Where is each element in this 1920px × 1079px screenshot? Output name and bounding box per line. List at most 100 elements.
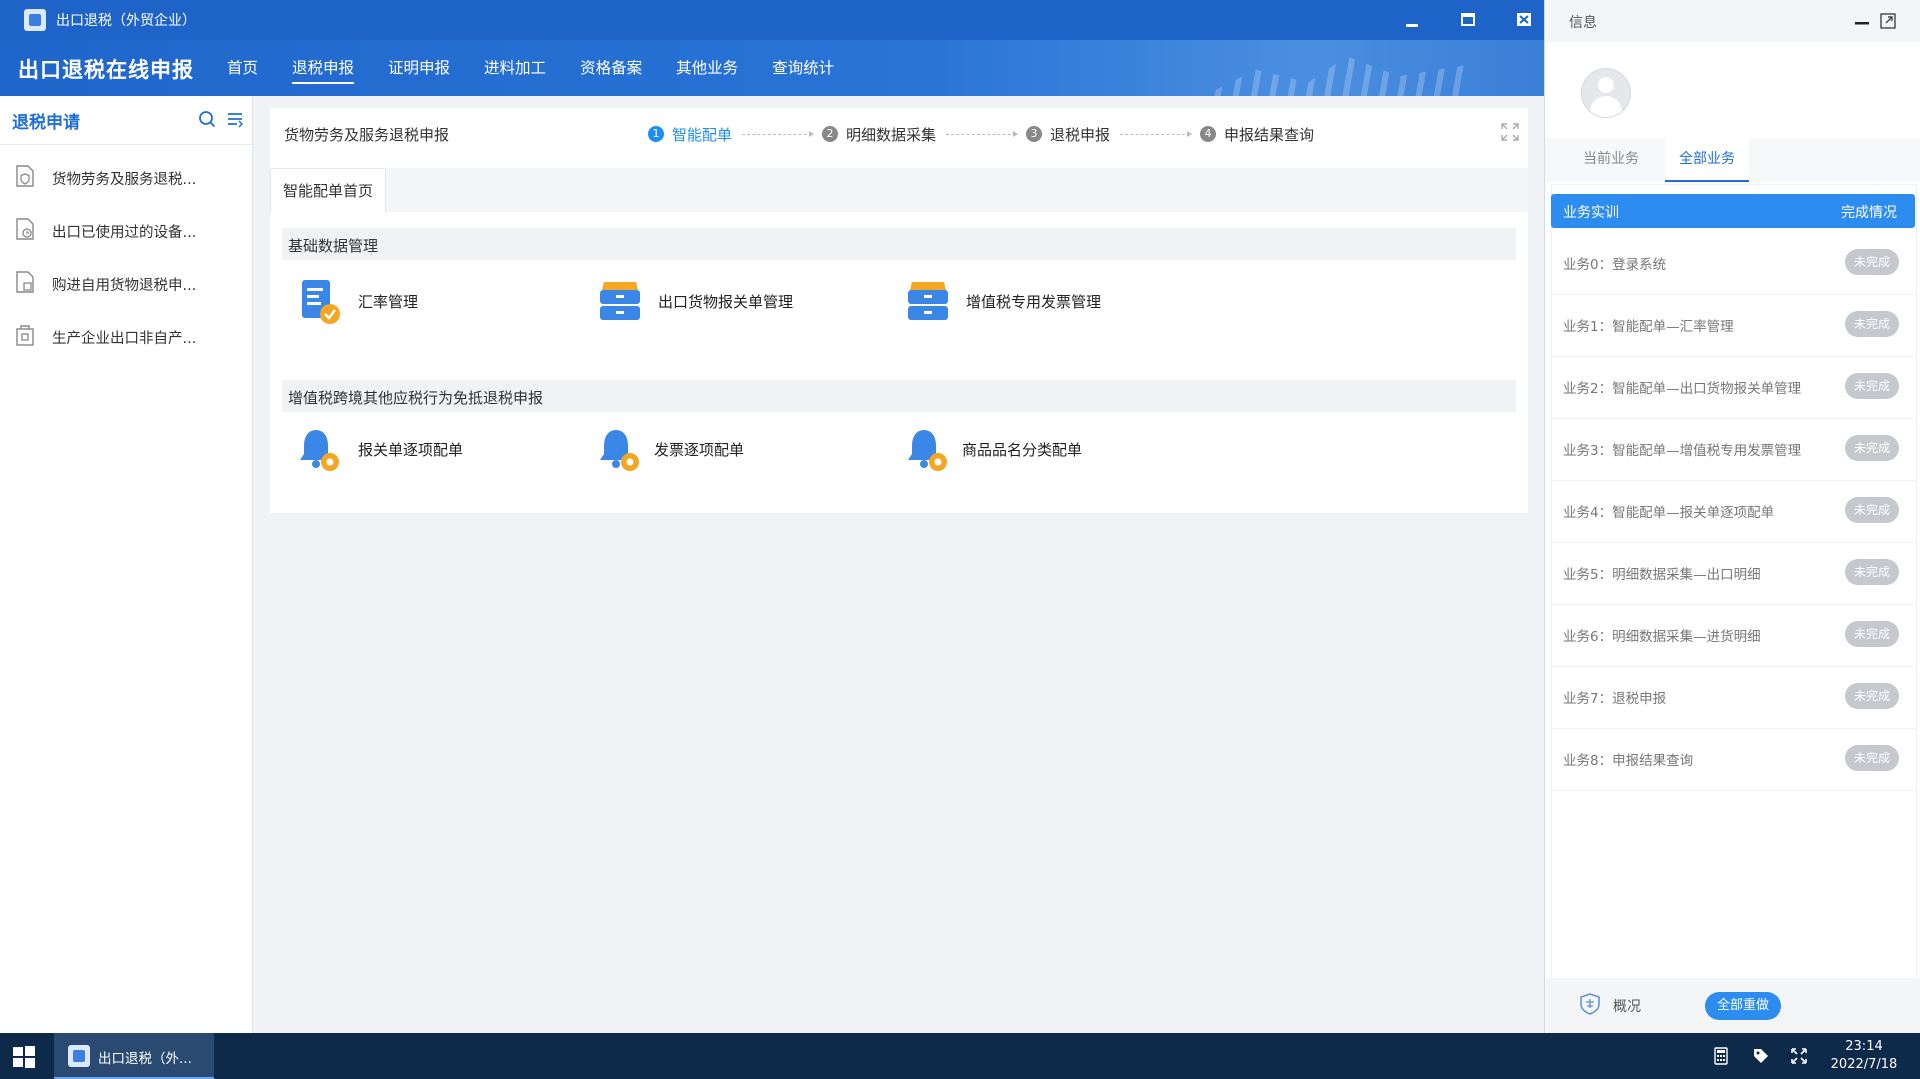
step-smart-matching[interactable]: 1 智能配单 [648,124,732,145]
app-brand: 出口退税在线申报 [18,58,194,82]
system-clock: 23:14 2022/7/18 [1816,1038,1912,1074]
task-row[interactable]: 业务4：智能配单—报关单逐项配单 未完成 [1551,480,1915,543]
overview-link[interactable]: 概况 [1613,996,1641,1016]
step-refund-declaration[interactable]: 3 退税申报 [1026,124,1110,145]
status-badge: 未完成 [1845,497,1899,523]
minimize-icon [1406,24,1418,27]
section-title: 增值税跨境其他应税行为免抵退税申报 [288,389,544,407]
bell-gear-icon [300,430,339,471]
shield-doc-icon [16,165,34,187]
task-row[interactable]: 业务8：申报结果查询 未完成 [1551,728,1915,791]
main-window: 出口退税（外贸企业） 出口退税在线申报 首页 退税申报 证明申报 进料加工 资格… [0,0,1545,1033]
step-connector [1120,130,1193,137]
menu-other-business[interactable]: 其他业务 [659,40,755,96]
menu-qualification-filing[interactable]: 资格备案 [563,40,659,96]
maximize-button[interactable] [1456,8,1480,32]
menu-home[interactable]: 首页 [210,40,275,96]
step-result-query[interactable]: 4 申报结果查询 [1200,124,1314,145]
info-title: 信息 [1569,15,1597,31]
windows-start-icon[interactable] [12,1045,36,1069]
sidebar-item-label: 货物劳务及服务退税... [52,172,197,188]
avatar [1581,68,1631,118]
step-connector [742,130,815,137]
menu-inward-processing[interactable]: 进料加工 [467,40,563,96]
step-connector [946,130,1019,137]
column-business-training: 业务实训 [1563,205,1619,221]
task-row[interactable]: 业务1：智能配单—汇率管理 未完成 [1551,294,1915,357]
list-menu-icon[interactable] [226,110,244,128]
sidebar-item-non-self-produced[interactable]: 生产企业出口非自产... [0,311,252,363]
fullscreen-toggle-icon[interactable] [1790,1047,1808,1065]
tile-product-category-matching[interactable]: 商品品名分类配单 [902,420,1142,480]
task-name: 业务2：智能配单—出口货物报关单管理 [1563,381,1802,397]
shield-icon [1580,993,1600,1015]
tab-strip: 智能配单首页 [270,168,1528,213]
main-menu: 首页 退税申报 证明申报 进料加工 资格备案 其他业务 查询统计 [210,40,851,96]
task-name: 业务7：退税申报 [1563,691,1667,707]
sidebar-item-self-use-goods[interactable]: 购进自用货物退税申... [0,258,252,310]
close-button[interactable] [1512,8,1536,32]
clock-date: 2022/7/18 [1830,1057,1898,1072]
task-name: 业务0：登录系统 [1563,257,1667,273]
redo-all-button[interactable]: 全部重做 [1705,992,1781,1020]
task-row[interactable]: 业务0：登录系统 未完成 [1551,232,1915,295]
tile-invoice-item-matching[interactable]: 发票逐项配单 [594,420,814,480]
status-badge: 未完成 [1845,249,1899,275]
info-tabs: 当前业务 全部业务 [1545,138,1920,182]
panel-expand-icon[interactable] [1879,12,1897,30]
info-footer: 概况 全部重做 [1545,978,1920,1033]
sidebar-item-goods-services-refund[interactable]: 货物劳务及服务退税... [0,152,252,204]
tag-icon[interactable] [1752,1047,1770,1065]
tile-vat-invoice[interactable]: 增值税专用发票管理 [902,272,1152,332]
calculator-icon[interactable] [1712,1047,1730,1065]
status-badge: 未完成 [1845,559,1899,585]
task-row[interactable]: 业务6：明细数据采集—进货明细 未完成 [1551,604,1915,667]
tile-label: 出口货物报关单管理 [658,293,794,311]
tile-label: 报关单逐项配单 [358,441,464,459]
tile-export-customs-declaration[interactable]: 出口货物报关单管理 [594,272,844,332]
menu-refund-declaration[interactable]: 退税申报 [275,40,371,96]
tab-smart-matching-home[interactable]: 智能配单首页 [270,168,387,213]
task-row[interactable]: 业务7：退税申报 未完成 [1551,666,1915,729]
sidebar-item-used-equipment[interactable]: 出口已使用过的设备... [0,205,252,257]
task-row[interactable]: 业务3：智能配单—增值税专用发票管理 未完成 [1551,418,1915,481]
great-wall-decoration [1204,56,1464,96]
tab-all-business[interactable]: 全部业务 [1665,138,1749,182]
step-progress: 1 智能配单 2 明细数据采集 3 退税申报 4 申报结果查询 [648,122,1314,146]
sidebar-item-label: 购进自用货物退税申... [52,278,197,294]
clock-time: 23:14 [1845,1039,1883,1054]
search-icon[interactable] [198,110,216,128]
task-name: 业务8：申报结果查询 [1563,753,1694,769]
info-panel: 信息 当前业务 全部业务 业务实训 完成情况 业务0：登录系统 未完成 业务1：… [1544,0,1920,1033]
status-badge: 未完成 [1845,373,1899,399]
tile-label: 增值税专用发票管理 [966,293,1102,311]
task-name: 业务4：智能配单—报关单逐项配单 [1563,505,1775,521]
fullscreen-icon[interactable] [1500,122,1520,142]
task-name: 业务6：明细数据采集—进货明细 [1563,629,1761,645]
minimize-button[interactable] [1400,8,1424,32]
doc-check-icon [302,280,340,324]
tile-label: 汇率管理 [358,293,419,311]
taskbar-app-export-refund[interactable]: 出口退税（外... [54,1033,214,1079]
info-header: 信息 [1545,0,1920,42]
status-badge: 未完成 [1845,745,1899,771]
database-icon [908,282,948,320]
menu-certificate-declaration[interactable]: 证明申报 [371,40,467,96]
tile-exchange-rate[interactable]: 汇率管理 [294,272,494,332]
doc-gear-icon [16,271,34,293]
status-badge: 未完成 [1845,435,1899,461]
clock-doc-icon [16,218,34,240]
tile-customs-item-matching[interactable]: 报关单逐项配单 [294,420,514,480]
menu-query-statistics[interactable]: 查询统计 [755,40,851,96]
tab-current-business[interactable]: 当前业务 [1569,138,1653,180]
sidebar-header: 退税申请 [0,96,252,145]
status-badge: 未完成 [1845,311,1899,337]
section-cross-border-vat: 增值税跨境其他应税行为免抵退税申报 [282,380,1516,412]
app-icon [24,9,46,31]
app-icon [68,1045,90,1067]
panel-minimize-icon[interactable] [1853,12,1871,30]
step-detail-collection[interactable]: 2 明细数据采集 [822,124,936,145]
task-row[interactable]: 业务5：明细数据采集—出口明细 未完成 [1551,542,1915,605]
task-row[interactable]: 业务2：智能配单—出口货物报关单管理 未完成 [1551,356,1915,419]
bell-gear-icon [600,430,639,471]
